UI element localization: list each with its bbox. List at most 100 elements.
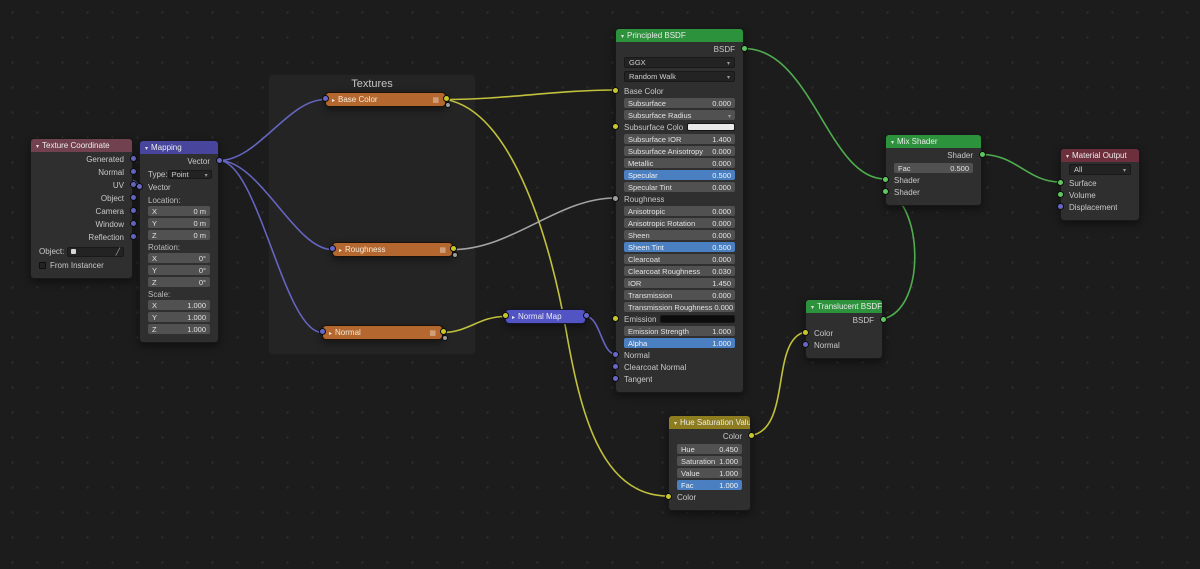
node-roughness-texture[interactable]: Roughness [328,242,458,258]
socket-base-color-in[interactable] [611,86,619,94]
slider-value[interactable]: Value 1.000 [677,468,742,478]
node-header[interactable]: Translucent BSDF [806,300,882,313]
socket-displacement-in[interactable] [1056,202,1064,210]
collapse-icon[interactable] [674,418,677,427]
slider-hue[interactable]: Hue 0.450 [677,444,742,454]
slider-subsurface-ior[interactable]: Subsurface IOR 1.400 [624,134,735,144]
socket-color-out[interactable] [439,328,447,335]
node-material-output[interactable]: Material Output All Surface Volume Displ… [1056,148,1140,221]
node-translucent-bsdf[interactable]: Translucent BSDF BSDF Color Normal [801,299,887,359]
expand-icon[interactable] [332,95,335,104]
socket-tangent-in[interactable] [611,374,619,382]
socket-shader1-in[interactable] [881,175,889,183]
node-normal-map[interactable]: Normal Map [501,309,590,324]
collapse-icon[interactable] [36,141,39,150]
node-principled-bsdf[interactable]: Principled BSDF BSDF GGX Random Walk Bas… [611,28,748,393]
socket-normal-in[interactable] [801,340,809,348]
socket-clearcoat-normal-in[interactable] [611,362,619,370]
subsurface-method-dropdown[interactable]: Random Walk [624,71,735,82]
slider-sheen[interactable]: Sheen 0.000 [624,230,735,240]
socket-roughness-in[interactable] [611,194,619,202]
slider-transmission[interactable]: Transmission 0.000 [624,290,735,300]
collapse-icon[interactable] [145,143,148,152]
scale-y-field[interactable]: Y 1.000 [148,312,210,322]
collapse-icon[interactable] [891,137,894,146]
socket-alpha-out[interactable] [445,102,451,108]
target-dropdown[interactable]: All [1069,164,1131,175]
rotation-y-field[interactable]: Y 0° [148,265,210,275]
socket-color-out[interactable] [449,245,457,252]
collapse-icon[interactable] [1066,151,1069,160]
slider-subsurface[interactable]: Subsurface 0.000 [624,98,735,108]
socket-bsdf-out[interactable] [740,45,748,52]
socket-vector-out[interactable] [215,157,223,164]
socket-alpha-out[interactable] [442,335,448,341]
socket-vector-in[interactable] [135,183,143,190]
node-mix-shader[interactable]: Mix Shader Shader Fac0.500 Shader Shader [881,134,986,206]
slider-alpha[interactable]: Alpha 1.000 [624,338,735,348]
node-header[interactable]: Mix Shader [886,135,981,148]
socket-camera-out[interactable] [129,207,137,214]
socket-color-out[interactable] [747,432,755,439]
node-header[interactable]: Material Output [1061,149,1139,162]
scale-z-field[interactable]: Z 1.000 [148,324,210,334]
slider-anisotropic-rotation[interactable]: Anisotropic Rotation 0.000 [624,218,735,228]
expand-icon[interactable] [339,245,342,254]
slider-metallic[interactable]: Metallic 0.000 [624,158,735,168]
node-header[interactable]: Principled BSDF [616,29,743,42]
slider-transmission-roughness[interactable]: Transmission Roughness 0.000 [624,302,735,312]
node-hue-saturation-value[interactable]: Hue Saturation Value Color Hue0.450 Satu… [664,415,755,511]
object-picker[interactable] [67,246,124,257]
socket-surface-in[interactable] [1056,178,1064,186]
socket-generated-out[interactable] [129,155,137,162]
node-texture-coordinate[interactable]: Texture Coordinate Generated Normal UV O… [30,138,137,279]
distribution-dropdown[interactable]: GGX [624,57,735,68]
socket-bsdf-out[interactable] [879,316,887,323]
socket-shader2-in[interactable] [881,187,889,195]
node-header[interactable]: Hue Saturation Value [669,416,750,429]
socket-normal-out[interactable] [582,312,590,319]
slider-clearcoat[interactable]: Clearcoat 0.000 [624,254,735,264]
node-normal-texture[interactable]: Normal [318,325,448,341]
socket-volume-in[interactable] [1056,190,1064,198]
socket-window-out[interactable] [129,220,137,227]
expand-icon[interactable] [512,312,515,321]
socket-color-in[interactable] [664,492,672,500]
node-base-color-texture[interactable]: Base Color [321,92,451,108]
socket-subsurface-color-in[interactable] [611,122,619,130]
rotation-z-field[interactable]: Z 0° [148,277,210,287]
expand-icon[interactable] [329,328,332,337]
slider-ior[interactable]: IOR 1.450 [624,278,735,288]
emission-color-swatch[interactable] [660,315,735,323]
from-instancer-checkbox[interactable] [39,261,46,269]
collapse-icon[interactable] [621,31,624,40]
socket-color-in[interactable] [801,328,809,336]
socket-emission-in[interactable] [611,314,619,322]
slider-fac[interactable]: Fac 1.000 [677,480,742,490]
slider-specular[interactable]: Specular 0.500 [624,170,735,180]
socket-color-out[interactable] [442,95,450,102]
socket-color-in[interactable] [501,312,509,319]
socket-normal-out[interactable] [129,168,137,175]
collapse-icon[interactable] [811,302,814,311]
location-z-field[interactable]: Z0 m [148,230,210,240]
socket-vector-in[interactable] [328,245,336,252]
type-dropdown[interactable]: Point [167,170,212,179]
slider-emission-strength[interactable]: Emission Strength 1.000 [624,326,735,336]
location-y-field[interactable]: Y0 m [148,218,210,228]
socket-shader-out[interactable] [978,151,986,158]
slider-subsurface-anisotropy[interactable]: Subsurface Anisotropy 0.000 [624,146,735,156]
node-mapping[interactable]: Mapping Vector Type: Point Vector Locati… [135,140,223,343]
eyedropper-icon[interactable] [116,247,120,256]
slider-fac[interactable]: Fac 0.500 [894,163,973,173]
slider-saturation[interactable]: Saturation 1.000 [677,456,742,466]
rotation-x-field[interactable]: X 0° [148,253,210,263]
socket-vector-in[interactable] [321,95,329,102]
node-editor-canvas[interactable]: { "canvas": { "width": 1200, "height": 5… [0,0,1200,569]
socket-alpha-out[interactable] [452,252,458,258]
socket-normal-in[interactable] [611,350,619,358]
slider-anisotropic[interactable]: Anisotropic 0.000 [624,206,735,216]
socket-reflection-out[interactable] [129,233,137,240]
location-x-field[interactable]: X0 m [148,206,210,216]
socket-vector-in[interactable] [318,328,326,335]
